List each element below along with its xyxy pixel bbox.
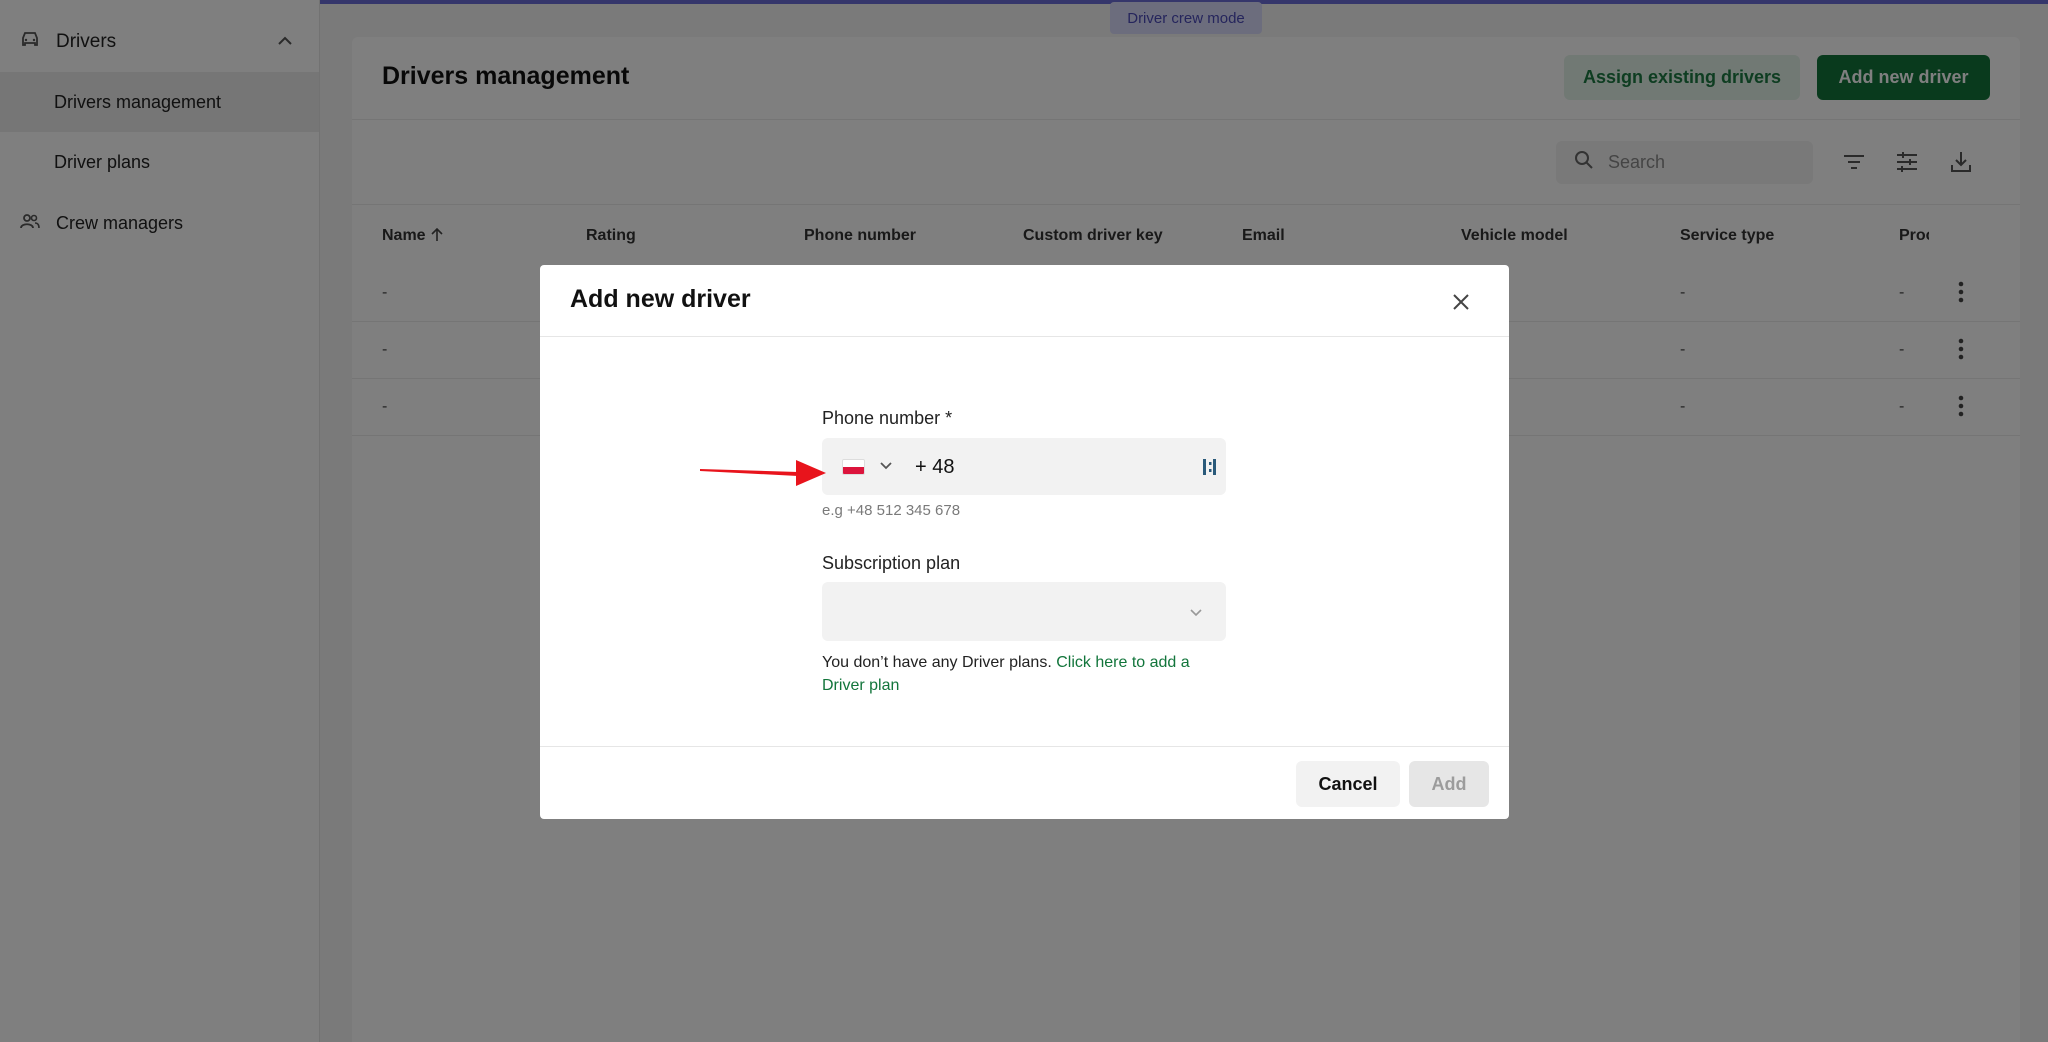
poland-flag-icon[interactable]: [842, 459, 865, 475]
annotation-arrow-icon: [698, 455, 828, 492]
close-icon[interactable]: [1448, 289, 1474, 315]
phone-hint: e.g +48 512 345 678: [822, 502, 961, 519]
phone-number-field: [822, 438, 1226, 495]
no-plans-text: You don’t have any Driver plans.: [822, 654, 1052, 671]
add-driver-dialog: Add new driver Phone number * e.g +48 51…: [540, 265, 1509, 819]
subscription-plan-label: Subscription plan: [822, 553, 961, 573]
divider: [540, 746, 1509, 747]
cancel-button[interactable]: Cancel: [1296, 761, 1400, 807]
password-manager-icon[interactable]: [1202, 457, 1218, 482]
chevron-down-icon[interactable]: [878, 457, 894, 478]
chevron-down-icon: [1188, 604, 1204, 625]
phone-number-input[interactable]: [915, 450, 1185, 484]
dialog-title: Add new driver: [570, 285, 751, 313]
phone-number-label: Phone number *: [822, 408, 953, 428]
no-plans-message: You don’t have any Driver plans. Click h…: [822, 651, 1226, 697]
subscription-plan-select[interactable]: [822, 582, 1226, 641]
divider: [540, 336, 1509, 337]
add-button[interactable]: Add: [1409, 761, 1489, 807]
